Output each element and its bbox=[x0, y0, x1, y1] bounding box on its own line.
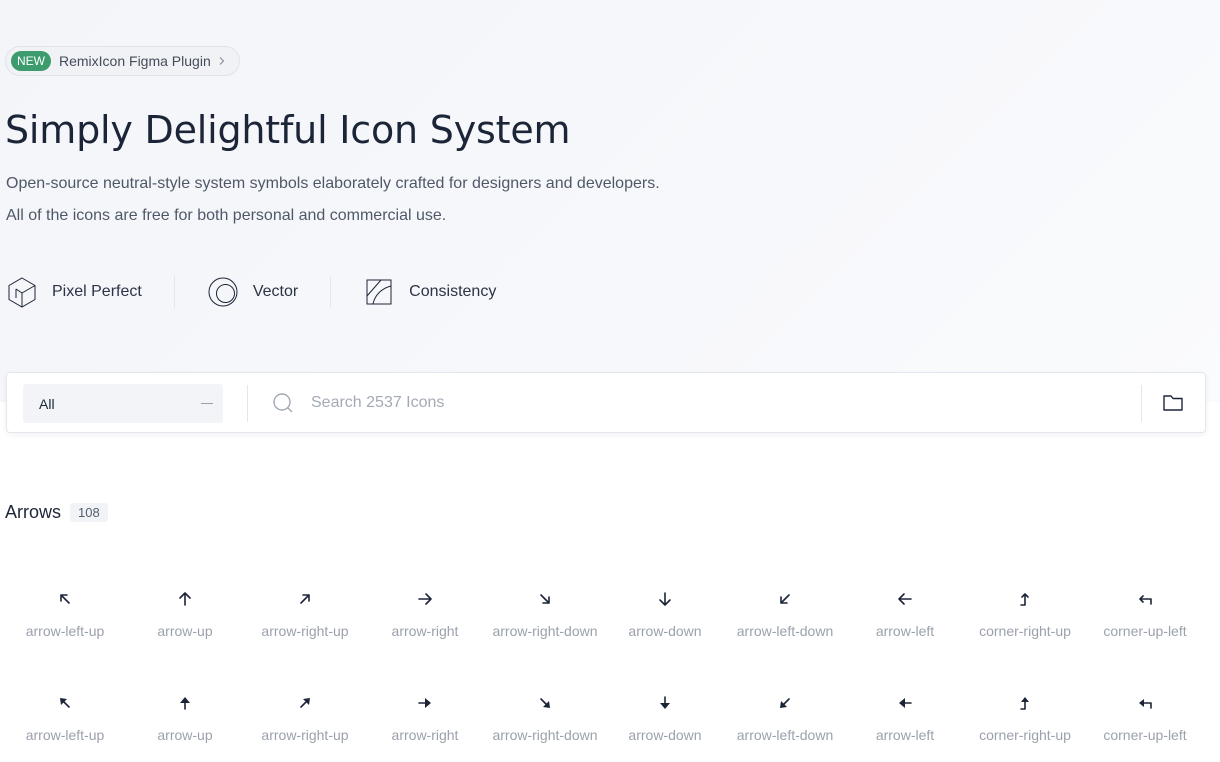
icon-cell-corner-right-up[interactable]: corner-right-up bbox=[965, 585, 1085, 643]
arrow-left-icon bbox=[899, 698, 912, 708]
icon-name: arrow-right-down bbox=[492, 727, 598, 743]
icon-cell-arrow-left-down[interactable]: arrow-left-down bbox=[725, 689, 845, 747]
feature-vector: Vector bbox=[207, 274, 298, 310]
chevron-right-icon bbox=[219, 57, 225, 65]
cube-icon bbox=[8, 277, 36, 308]
search-divider bbox=[1141, 385, 1142, 422]
new-tag: NEW bbox=[11, 51, 51, 71]
description-line-1: Open-source neutral-style system symbols… bbox=[6, 175, 660, 192]
icon-cell-arrow-left-up[interactable]: arrow-left-up bbox=[5, 689, 125, 747]
icon-name: arrow-left-down bbox=[736, 623, 834, 639]
icon-name: corner-up-left bbox=[1103, 727, 1187, 743]
arrow-left-icon bbox=[898, 593, 912, 605]
arrow-right-up-icon bbox=[300, 594, 310, 604]
icon-cell-arrow-left-down[interactable]: arrow-left-down bbox=[725, 585, 845, 643]
icon-cell-arrow-left-up[interactable]: arrow-left-up bbox=[5, 585, 125, 643]
badge-label: RemixIcon Figma Plugin bbox=[59, 53, 211, 69]
arrow-right-down-icon bbox=[540, 594, 550, 604]
consistency-square-icon bbox=[366, 279, 392, 305]
corner-right-up-icon bbox=[1020, 697, 1029, 710]
icon-name: arrow-down bbox=[628, 727, 702, 743]
page-title: Simply Delightful Icon System bbox=[5, 108, 571, 152]
icon-cell-corner-right-up[interactable]: corner-right-up bbox=[965, 689, 1085, 747]
icon-cell-arrow-left[interactable]: arrow-left bbox=[845, 585, 965, 643]
search-icon bbox=[273, 393, 293, 413]
section-count-badge: 108 bbox=[70, 503, 108, 522]
search-divider bbox=[247, 385, 248, 422]
arrow-left-up-icon bbox=[60, 698, 70, 708]
feature-consistency: Consistency bbox=[363, 274, 496, 310]
icon-name: arrow-right-up bbox=[261, 727, 349, 743]
icon-name: arrow-left-up bbox=[25, 727, 105, 743]
icon-cell-arrow-right-up[interactable]: arrow-right-up bbox=[245, 585, 365, 643]
arrow-up-icon bbox=[180, 697, 190, 710]
category-select-value: All bbox=[39, 396, 55, 412]
feature-label: Vector bbox=[252, 283, 299, 300]
icon-name: arrow-left bbox=[875, 623, 935, 639]
icon-name: corner-right-up bbox=[979, 623, 1071, 639]
arrow-right-icon bbox=[418, 593, 432, 605]
icon-cell-arrow-right-down[interactable]: arrow-right-down bbox=[485, 585, 605, 643]
icon-cell-arrow-right-up[interactable]: arrow-right-up bbox=[245, 689, 365, 747]
arrow-down-icon bbox=[660, 696, 670, 709]
icon-name: corner-up-left bbox=[1103, 623, 1187, 639]
arrow-left-down-icon bbox=[780, 698, 790, 708]
icon-grid: arrow-left-up arrow-up arrow-right-up arrow… bbox=[5, 585, 1205, 747]
arrow-right-down-icon bbox=[540, 698, 550, 708]
feature-list: Pixel Perfect Vector Consistency bbox=[6, 274, 496, 310]
corner-up-left-icon bbox=[1139, 595, 1152, 605]
icon-name: arrow-left bbox=[875, 727, 935, 743]
icon-cell-arrow-down[interactable]: arrow-down bbox=[605, 689, 725, 747]
category-select[interactable]: All bbox=[23, 384, 223, 423]
folder-icon[interactable] bbox=[1161, 391, 1185, 415]
corner-up-left-icon bbox=[1139, 699, 1152, 709]
arrow-down-icon bbox=[659, 592, 671, 606]
description-line-2: All of the icons are free for both perso… bbox=[6, 207, 447, 224]
icon-cell-arrow-up[interactable]: arrow-up bbox=[125, 689, 245, 747]
select-dash-icon bbox=[201, 403, 213, 404]
icon-cell-arrow-right[interactable]: arrow-right bbox=[365, 689, 485, 747]
search-bar: All bbox=[6, 372, 1206, 433]
icon-name: arrow-down bbox=[628, 623, 702, 639]
icon-name: arrow-right bbox=[391, 623, 459, 639]
feature-divider bbox=[330, 276, 332, 308]
icon-name: arrow-up bbox=[157, 727, 213, 743]
search-input[interactable] bbox=[311, 388, 1131, 418]
feature-divider bbox=[173, 276, 175, 308]
icon-cell-arrow-right[interactable]: arrow-right bbox=[365, 585, 485, 643]
icon-cell-corner-up-left[interactable]: corner-up-left bbox=[1085, 585, 1205, 643]
arrow-right-up-icon bbox=[300, 698, 310, 708]
icon-cell-corner-up-left[interactable]: corner-up-left bbox=[1085, 689, 1205, 747]
arrow-left-up-icon bbox=[60, 594, 70, 604]
icon-name: arrow-right bbox=[391, 727, 459, 743]
section-header: Arrows 108 bbox=[5, 502, 108, 523]
feature-label: Pixel Perfect bbox=[52, 283, 142, 300]
figma-plugin-badge[interactable]: NEW RemixIcon Figma Plugin bbox=[5, 46, 240, 76]
vector-circle-icon bbox=[208, 277, 238, 307]
arrow-left-down-icon bbox=[780, 594, 790, 604]
icon-name: arrow-right-down bbox=[492, 623, 598, 639]
icon-name: corner-right-up bbox=[979, 727, 1071, 743]
arrow-right-icon bbox=[418, 698, 431, 708]
icon-name: arrow-left-up bbox=[25, 623, 105, 639]
icon-name: arrow-left-down bbox=[736, 727, 834, 743]
arrow-up-icon bbox=[179, 592, 191, 606]
icon-cell-arrow-down[interactable]: arrow-down bbox=[605, 585, 725, 643]
feature-pixel-perfect: Pixel Perfect bbox=[6, 274, 142, 310]
icon-cell-arrow-up[interactable]: arrow-up bbox=[125, 585, 245, 643]
feature-label: Consistency bbox=[409, 283, 497, 300]
corner-right-up-icon bbox=[1020, 593, 1029, 606]
icon-cell-arrow-right-down[interactable]: arrow-right-down bbox=[485, 689, 605, 747]
section-name: Arrows bbox=[5, 502, 62, 522]
icon-name: arrow-up bbox=[157, 623, 213, 639]
icon-name: arrow-right-up bbox=[261, 623, 349, 639]
icon-cell-arrow-left[interactable]: arrow-left bbox=[845, 689, 965, 747]
